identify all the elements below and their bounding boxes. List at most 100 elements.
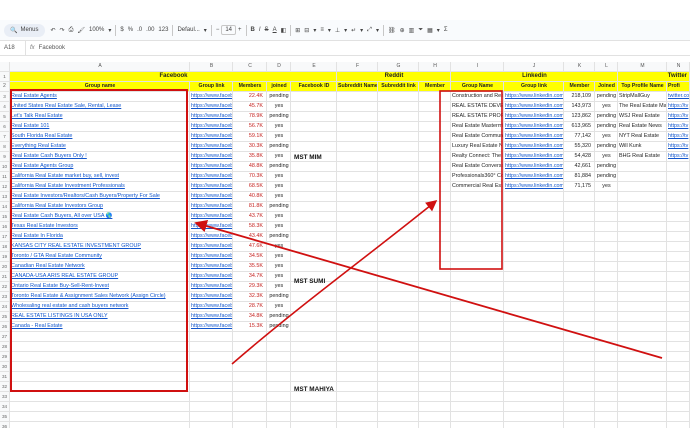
subreddit-name-cell[interactable] [337, 412, 378, 422]
linkedin-group-name-cell[interactable] [451, 312, 504, 322]
facebook-group-name-cell[interactable]: South Florida Real Estate [10, 132, 190, 142]
select-all-corner[interactable] [0, 62, 10, 72]
reddit-member-cell[interactable] [419, 152, 451, 162]
row-number[interactable]: 13 [0, 192, 10, 202]
header-li-group-link[interactable]: Group link [504, 82, 564, 92]
facebook-group-name-cell[interactable]: Let's Talk Real Estate [10, 112, 190, 122]
subreddit-name-cell[interactable] [337, 192, 378, 202]
linkedin-member-cell[interactable]: 81,884 [564, 172, 595, 182]
linkedin-joined-cell[interactable] [595, 262, 618, 272]
subreddit-name-cell[interactable] [337, 122, 378, 132]
facebook-group-link-cell[interactable]: https://www.faceboo [190, 272, 233, 282]
linkedin-group-link-cell[interactable]: https://www.linkedin.com/gro [504, 182, 564, 192]
subreddit-name-cell[interactable] [337, 292, 378, 302]
facebook-members-cell[interactable]: 81.8K [233, 202, 267, 212]
facebook-group-name-cell[interactable]: KANSAS CITY REAL ESTATE INVESTMENT GROUP [10, 242, 190, 252]
twitter-profile-link-cell[interactable] [667, 402, 690, 412]
row-number[interactable]: 27 [0, 332, 10, 342]
facebook-members-cell[interactable] [233, 342, 267, 352]
row-number[interactable]: 16 [0, 222, 10, 232]
undo-icon[interactable]: ↶ [49, 27, 58, 34]
linkedin-group-name-cell[interactable]: Real Estate Conversatio [451, 162, 504, 172]
linkedin-group-name-cell[interactable]: Luxury Real Estate Netw [451, 142, 504, 152]
linkedin-group-name-cell[interactable] [451, 352, 504, 362]
facebook-joined-cell[interactable] [267, 372, 291, 382]
row-number[interactable]: 35 [0, 412, 10, 422]
facebook-group-link-cell[interactable]: https://www.faceboo [190, 312, 233, 322]
subreddit-name-cell[interactable] [337, 102, 378, 112]
col-header-m[interactable]: M [618, 62, 667, 72]
facebook-joined-cell[interactable]: yes [267, 192, 291, 202]
reddit-member-cell[interactable] [419, 322, 451, 332]
linkedin-group-name-cell[interactable] [451, 212, 504, 222]
col-header-g[interactable]: G [378, 62, 419, 72]
linkedin-joined-cell[interactable] [595, 222, 618, 232]
valign-icon[interactable]: ⊥ [333, 27, 342, 34]
col-header-b[interactable]: B [190, 62, 233, 72]
linkedin-group-link-cell[interactable]: https://www.linkedin.com/gro [504, 172, 564, 182]
fill-color-icon[interactable]: ◧ [279, 27, 289, 34]
facebook-joined-cell[interactable]: yes [267, 282, 291, 292]
header-members[interactable]: Members [233, 82, 267, 92]
linkedin-joined-cell[interactable] [595, 392, 618, 402]
reddit-member-cell[interactable] [419, 292, 451, 302]
col-header-f[interactable]: F [337, 62, 378, 72]
twitter-profile-link-cell[interactable] [667, 172, 690, 182]
row-number[interactable]: 26 [0, 322, 10, 332]
facebook-members-cell[interactable]: 35.5K [233, 262, 267, 272]
facebook-group-header[interactable]: Facebook [10, 72, 337, 82]
linkedin-group-link-cell[interactable] [504, 372, 564, 382]
twitter-profile-link-cell[interactable] [667, 252, 690, 262]
facebook-group-link-cell[interactable] [190, 372, 233, 382]
facebook-joined-cell[interactable]: yes [267, 272, 291, 282]
twitter-profile-link-cell[interactable] [667, 212, 690, 222]
linkedin-group-name-cell[interactable] [451, 242, 504, 252]
header-group-link[interactable]: Group link [190, 82, 233, 92]
subreddit-name-cell[interactable] [337, 132, 378, 142]
twitter-profile-name-cell[interactable] [618, 162, 667, 172]
twitter-profile-name-cell[interactable] [618, 412, 667, 422]
facebook-group-name-cell[interactable] [10, 342, 190, 352]
twitter-profile-name-cell[interactable] [618, 172, 667, 182]
filter-icon[interactable]: ⏷ [416, 27, 425, 34]
linkedin-member-cell[interactable]: 143,973 [564, 102, 595, 112]
linkedin-group-link-cell[interactable] [504, 322, 564, 332]
linkedin-group-name-cell[interactable] [451, 222, 504, 232]
facebook-id-cell[interactable] [291, 182, 337, 192]
linkedin-joined-cell[interactable]: pending [595, 162, 618, 172]
linkedin-joined-cell[interactable] [595, 232, 618, 242]
twitter-profile-link-cell[interactable]: https://tv [667, 132, 690, 142]
facebook-joined-cell[interactable]: pending [267, 312, 291, 322]
linkedin-group-link-cell[interactable] [504, 202, 564, 212]
subreddit-link-cell[interactable] [378, 322, 419, 332]
linkedin-group-name-cell[interactable] [451, 402, 504, 412]
header-tw-profile-name[interactable]: Top Profile Name [618, 82, 667, 92]
subreddit-name-cell[interactable] [337, 92, 378, 102]
header-subreddit-link[interactable]: Subreddit link [378, 82, 419, 92]
reddit-member-cell[interactable] [419, 142, 451, 152]
linkedin-group-name-cell[interactable] [451, 372, 504, 382]
twitter-profile-name-cell[interactable] [618, 232, 667, 242]
row-number[interactable]: 20 [0, 262, 10, 272]
facebook-members-cell[interactable]: 32.3K [233, 292, 267, 302]
linkedin-group-link-cell[interactable] [504, 382, 564, 392]
subreddit-name-cell[interactable] [337, 182, 378, 192]
twitter-profile-name-cell[interactable] [618, 392, 667, 402]
linkedin-member-cell[interactable] [564, 202, 595, 212]
twitter-profile-link-cell[interactable]: https://tv [667, 112, 690, 122]
subreddit-link-cell[interactable] [378, 172, 419, 182]
twitter-profile-link-cell[interactable] [667, 202, 690, 212]
strikethrough-button[interactable]: S [263, 27, 271, 33]
facebook-group-name-cell[interactable]: Real Estate Investors/Realtors/Cash Buye… [10, 192, 190, 202]
twitter-profile-name-cell[interactable] [618, 372, 667, 382]
linkedin-member-cell[interactable] [564, 352, 595, 362]
linkedin-group-link-cell[interactable]: https://www.linkedin.com/gro [504, 132, 564, 142]
header-group-name[interactable]: Group name [10, 82, 190, 92]
subreddit-name-cell[interactable] [337, 142, 378, 152]
facebook-group-link-cell[interactable]: https://www.faceboo [190, 132, 233, 142]
twitter-profile-name-cell[interactable] [618, 192, 667, 202]
facebook-members-cell[interactable]: 47.6K [233, 242, 267, 252]
facebook-members-cell[interactable]: 15.3K [233, 322, 267, 332]
merge-cells-icon[interactable]: ⊟ [302, 27, 311, 34]
linkedin-joined-cell[interactable]: yes [595, 102, 618, 112]
